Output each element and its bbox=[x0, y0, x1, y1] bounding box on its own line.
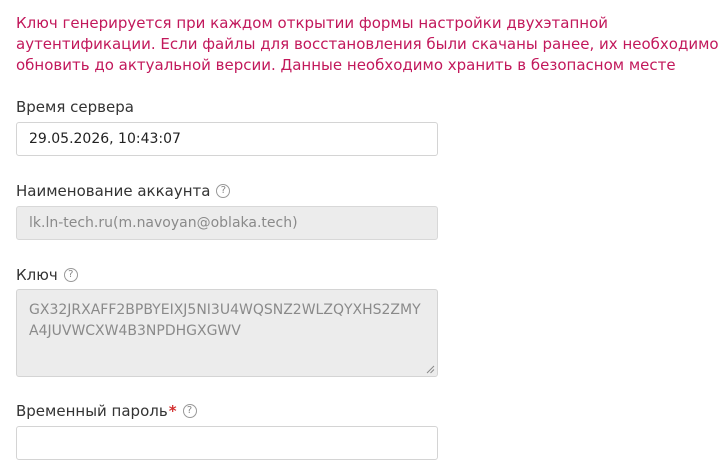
account-name-label-text: Наименование аккаунта bbox=[16, 182, 211, 200]
key-regeneration-notice: Ключ генерируется при каждом открытии фо… bbox=[16, 13, 719, 76]
temp-password-label: Временный пароль * ? bbox=[16, 401, 197, 421]
key-label-text: Ключ bbox=[16, 266, 58, 284]
resize-handle-icon[interactable] bbox=[426, 365, 435, 374]
temp-password-label-text: Временный пароль bbox=[16, 402, 168, 420]
help-icon[interactable]: ? bbox=[216, 184, 231, 198]
help-icon[interactable]: ? bbox=[63, 268, 78, 282]
notice-line-2: аутентификации. Если файлы для восстанов… bbox=[16, 35, 719, 53]
account-name-field: lk.ln-tech.ru(m.navoyan@oblaka.tech) bbox=[16, 206, 438, 240]
server-time-field[interactable]: 29.05.2026, 10:43:07 bbox=[16, 122, 438, 156]
secret-key-line-1: GX32JRXAFF2BPBYEIXJ5NI3U4WQSNZ2WLZQYXHS2… bbox=[29, 302, 421, 318]
notice-line-1: Ключ генерируется при каждом открытии фо… bbox=[16, 14, 609, 32]
server-time-label: Время сервера bbox=[16, 97, 134, 117]
notice-line-3: обновить до актуальной версии. Данные не… bbox=[16, 56, 676, 74]
required-mark: * bbox=[168, 402, 177, 420]
key-label: Ключ ? bbox=[16, 265, 78, 285]
secret-key-line-2: A4JUVWCXW4B3NPDHGXGWV bbox=[29, 323, 241, 339]
two-factor-setup-form: Ключ генерируется при каждом открытии фо… bbox=[0, 0, 720, 473]
account-name-value: lk.ln-tech.ru(m.navoyan@oblaka.tech) bbox=[29, 215, 298, 231]
server-time-value: 29.05.2026, 10:43:07 bbox=[29, 131, 181, 147]
help-icon[interactable]: ? bbox=[182, 404, 197, 418]
server-time-label-text: Время сервера bbox=[16, 98, 134, 116]
secret-key-textarea: GX32JRXAFF2BPBYEIXJ5NI3U4WQSNZ2WLZQYXHS2… bbox=[16, 289, 438, 377]
account-name-label: Наименование аккаунта ? bbox=[16, 181, 231, 201]
temp-password-input[interactable] bbox=[16, 426, 438, 460]
